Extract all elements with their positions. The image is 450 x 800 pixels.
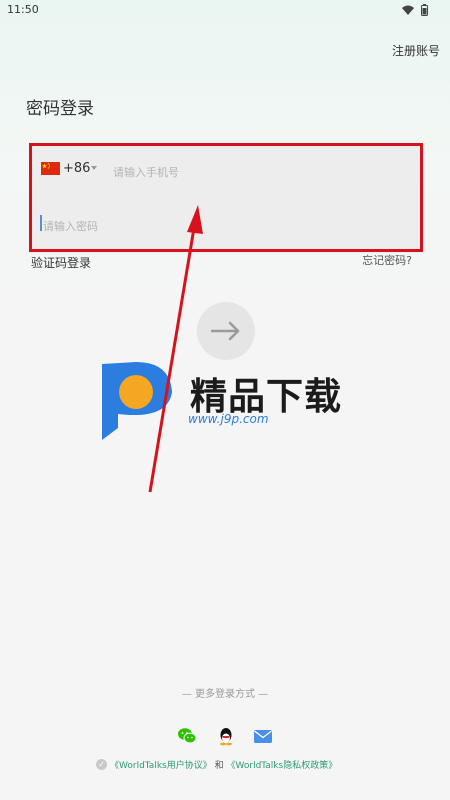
arrow-right-icon — [211, 321, 240, 341]
social-login-group — [177, 726, 275, 746]
status-icons — [402, 4, 428, 16]
qq-icon[interactable] — [216, 726, 236, 746]
status-time: 11:50 — [7, 3, 39, 16]
email-icon[interactable] — [253, 726, 273, 746]
forgot-password-link[interactable]: 忘记密码? — [362, 252, 412, 268]
password-input[interactable] — [41, 214, 345, 238]
agreement-and-text: 和 — [214, 761, 224, 771]
login-form: +86 — [29, 145, 423, 253]
register-account-link[interactable]: 注册账号 — [392, 42, 440, 59]
caret-down-icon[interactable] — [91, 166, 97, 170]
user-agreement-link[interactable]: 《WorldTalks用户协议》 — [110, 761, 212, 771]
wechat-icon[interactable] — [177, 726, 197, 746]
page-title: 密码登录 — [26, 99, 94, 119]
wifi-icon — [402, 5, 414, 15]
watermark-url: www.j9p.com — [188, 412, 269, 426]
battery-icon — [421, 4, 428, 16]
watermark-logo-icon — [102, 362, 172, 440]
more-login-label: — 更多登录方式 — — [181, 689, 269, 700]
submit-button[interactable] — [197, 302, 255, 360]
watermark: 精品下载 www.j9p.com — [98, 358, 358, 442]
password-row — [29, 199, 423, 253]
agreement-checkbox[interactable]: ✓ — [96, 759, 107, 770]
sms-login-link[interactable]: 验证码登录 — [31, 254, 91, 271]
phone-row: +86 — [29, 145, 423, 199]
privacy-policy-link[interactable]: 《WorldTalks隐私权政策》 — [226, 761, 337, 771]
phone-input[interactable] — [111, 160, 415, 184]
status-bar: 11:50 — [0, 0, 450, 22]
country-code-selector[interactable]: +86 — [63, 161, 90, 176]
agreement-row: ✓ 《WorldTalks用户协议》 和 《WorldTalks隐私权政策》 — [96, 758, 337, 774]
cn-flag-icon[interactable] — [41, 162, 60, 175]
